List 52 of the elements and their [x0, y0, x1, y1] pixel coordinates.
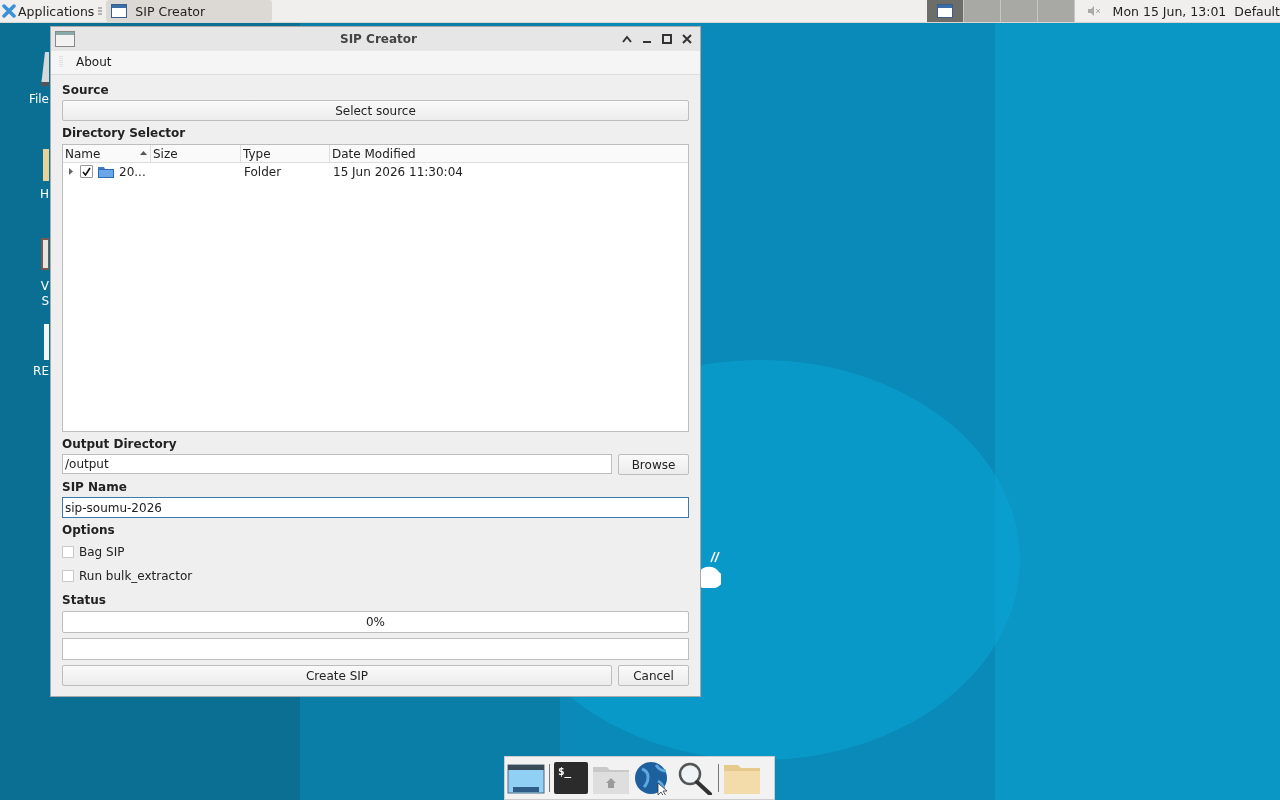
desktop-icon-label[interactable]: File: [28, 92, 49, 107]
column-header[interactable]: Name: [63, 145, 151, 162]
maximize-icon: [662, 33, 672, 44]
mascot-drawing: [699, 552, 721, 588]
folder-icon: [98, 165, 114, 178]
applications-menu[interactable]: Applications: [0, 0, 97, 22]
output-directory-field[interactable]: /output: [62, 454, 612, 474]
sip-name-field[interactable]: sip-soumu-2026: [62, 497, 689, 518]
section-label: Status: [62, 592, 107, 609]
user-menu[interactable]: Default: [1234, 3, 1280, 19]
section-label: Options: [62, 522, 116, 539]
desktop-icon[interactable]: [507, 761, 545, 795]
create-sip-button[interactable]: Create SIP: [62, 665, 612, 686]
terminal-icon[interactable]: $_: [554, 762, 588, 794]
checkbox-option[interactable]: Run bulk_extractor: [62, 564, 689, 588]
file-type: Folder: [244, 164, 282, 179]
search-icon[interactable]: [676, 761, 714, 795]
progress-text: 0%: [365, 615, 385, 629]
window-icon: [111, 4, 128, 18]
column-header[interactable]: Date Modified: [330, 145, 688, 162]
checkmark-icon: [82, 167, 91, 176]
roll-up-icon: [622, 34, 632, 43]
checkbox[interactable]: [80, 165, 93, 178]
minimize-icon: [642, 40, 652, 43]
window-title: SIP Creator: [339, 31, 418, 46]
column-header[interactable]: Type: [241, 145, 330, 162]
date-modified: 15 Jun 2026 11:30:04: [333, 164, 463, 179]
section-label: Directory Selector: [62, 125, 187, 142]
clock[interactable]: Mon 15 Jun, 13:01: [1112, 3, 1227, 19]
select-source-button[interactable]: Select source: [62, 100, 689, 121]
column-header[interactable]: Size: [151, 145, 241, 162]
file-name: 20...: [119, 164, 146, 179]
speaker-muted-icon: [1086, 6, 1101, 16]
section-label: Source: [62, 82, 110, 99]
expand-arrow-icon[interactable]: [68, 168, 73, 175]
section-label: SIP Name: [62, 479, 128, 496]
desktop-icon-label[interactable]: V S: [40, 279, 49, 309]
close-icon: [682, 33, 692, 44]
cancel-button[interactable]: Cancel: [618, 665, 689, 686]
browse-button[interactable]: Browse: [618, 454, 689, 475]
desktop-icon-label[interactable]: H: [39, 187, 49, 202]
desktop-icon-label[interactable]: RE: [33, 364, 49, 379]
x-logo-icon: [2, 4, 16, 18]
window-icon: [936, 4, 953, 18]
checkbox-option[interactable]: Bag SIP: [62, 540, 689, 564]
separator-handle-icon: [97, 5, 104, 17]
window-menu-icon: [55, 30, 75, 47]
workspace-button[interactable]: [926, 0, 964, 22]
taskbar-button[interactable]: SIP Creator: [106, 0, 273, 22]
section-label: Output Directory: [62, 436, 178, 453]
menu-item[interactable]: About: [72, 53, 116, 72]
desktop-icon: [41, 50, 49, 88]
